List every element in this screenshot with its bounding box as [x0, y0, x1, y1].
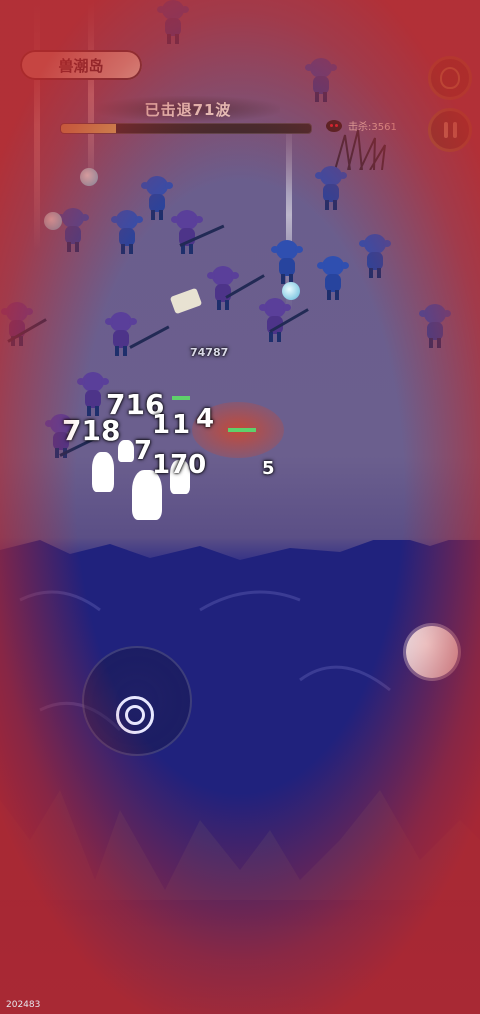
- enemy-goblin[interactable]: [56, 208, 90, 252]
- skull-icon: [326, 119, 342, 132]
- wave-progress-fill: [61, 124, 116, 133]
- damage-number: 1: [172, 410, 191, 440]
- skill-button-icon[interactable]: [406, 626, 458, 678]
- light-beam: [34, 0, 40, 250]
- damage-number: 718: [62, 414, 121, 447]
- kill-counter: 击杀:3561: [326, 118, 397, 133]
- grass-decoration: [334, 130, 386, 170]
- game-scene[interactable]: 716 4 718 1 1 7 170 5 74787 兽潮岛 已击退71波 击…: [0, 0, 480, 1014]
- enemy-goblin[interactable]: [76, 372, 110, 416]
- soul-orb[interactable]: [44, 212, 62, 230]
- enemy-goblin[interactable]: [270, 240, 304, 284]
- potion-icon: [440, 67, 460, 89]
- enemy-goblin[interactable]: [104, 312, 138, 356]
- enemy-goblin[interactable]: [156, 0, 190, 44]
- damage-number: 1: [152, 410, 171, 440]
- enemy-goblin[interactable]: [0, 302, 34, 346]
- damage-number-small: 74787: [190, 346, 229, 359]
- enemy-goblin[interactable]: [314, 166, 348, 210]
- enemy-goblin[interactable]: [418, 304, 452, 348]
- location-badge: 兽潮岛: [20, 50, 142, 80]
- wave-counter: 已击退71波: [96, 96, 280, 122]
- pause-button[interactable]: [428, 108, 472, 152]
- enemy-goblin[interactable]: [110, 210, 144, 254]
- enemy-goblin[interactable]: [358, 234, 392, 278]
- enemy-goblin[interactable]: [304, 58, 338, 102]
- kill-count-label: 击杀:3561: [348, 122, 397, 133]
- enemy-goblin[interactable]: [316, 256, 350, 300]
- enemy-goblin[interactable]: [140, 176, 174, 220]
- build-id: 202483: [6, 1000, 41, 1010]
- scroll-drop-icon[interactable]: [169, 287, 203, 315]
- light-beam: [88, 0, 94, 190]
- enemy-goblin[interactable]: [206, 266, 240, 310]
- enemy-health-bar: [172, 396, 190, 400]
- soul-orb[interactable]: [282, 282, 300, 300]
- damage-number: 7: [134, 436, 153, 466]
- damage-number: 5: [262, 458, 275, 479]
- pause-icon: [443, 122, 457, 138]
- enemy-goblin[interactable]: [170, 210, 204, 254]
- soul-orb[interactable]: [80, 168, 98, 186]
- cliff-terrain: [0, 540, 480, 900]
- wave-progress-bar: [60, 123, 312, 134]
- damage-number: 4: [196, 404, 215, 434]
- potion-button[interactable]: [428, 56, 472, 100]
- joystick-icon[interactable]: [116, 696, 154, 734]
- damage-number: 170: [152, 450, 207, 480]
- enemy-health-bar: [228, 428, 256, 432]
